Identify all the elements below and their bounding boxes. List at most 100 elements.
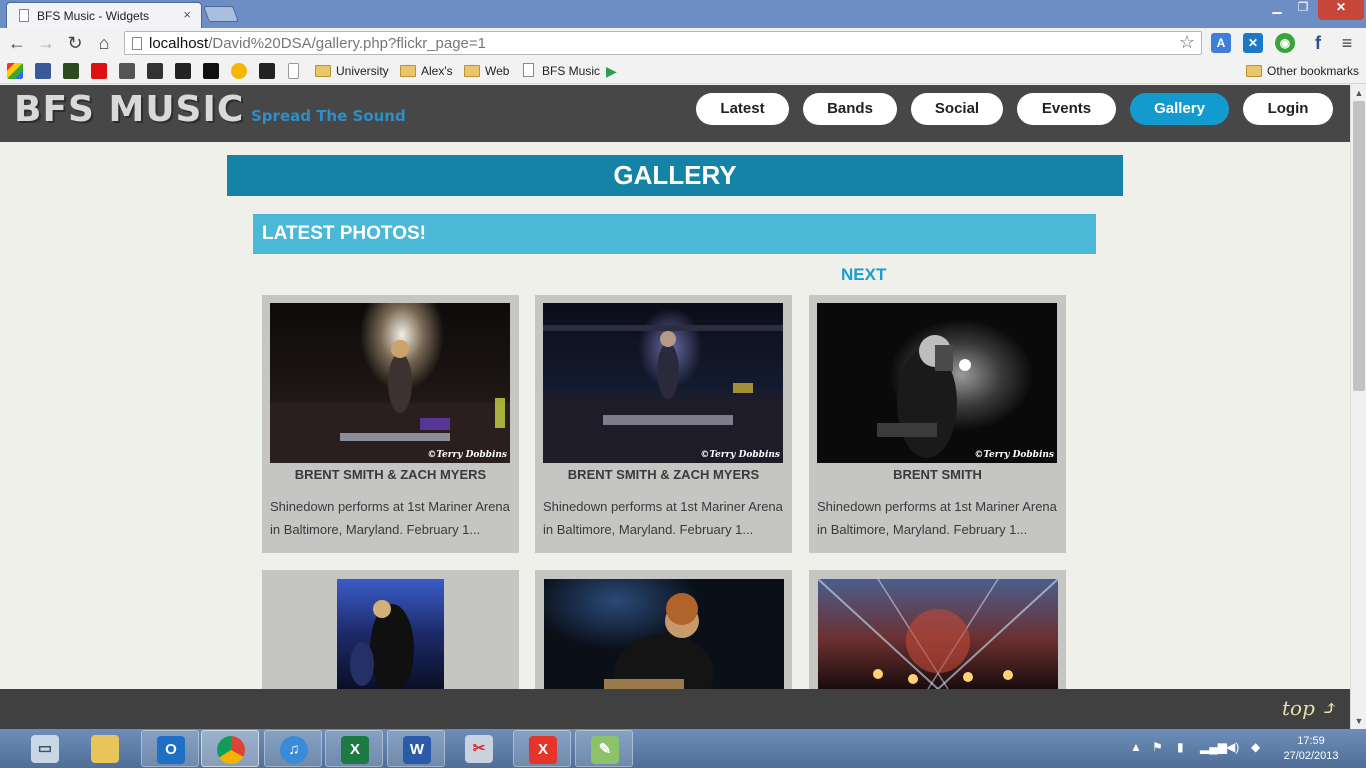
folder-icon: [464, 65, 480, 77]
concert-photo[interactable]: [818, 579, 1058, 689]
page-bookmark-icon[interactable]: [288, 63, 299, 79]
word-icon: W: [403, 736, 431, 764]
menu-icon[interactable]: ≡: [1337, 33, 1357, 53]
battery-icon[interactable]: ▮: [1177, 740, 1184, 754]
photo-card[interactable]: ©Terry Dobbins BRENT SMITH & ZACH MYERS …: [535, 295, 792, 553]
bookmark-label: BFS Music: [542, 64, 601, 78]
photo-title: BRENT SMITH & ZACH MYERS: [567, 467, 760, 482]
taskbar-chrome[interactable]: [201, 730, 259, 767]
photo-watermark: ©Terry Dobbins: [700, 450, 780, 460]
apps-icon[interactable]: [7, 63, 23, 79]
photo-card[interactable]: ©Terry Dobbins BRENT SMITH & ZACH MYERS …: [262, 295, 519, 553]
concert-crowd-image: [543, 325, 783, 463]
reload-button[interactable]: ↻: [64, 32, 86, 54]
back-to-top-link[interactable]: top ⤴: [1282, 696, 1338, 720]
monitor-icon: ▭: [31, 735, 59, 763]
page-icon: [132, 37, 142, 50]
bookmark-icon[interactable]: [231, 63, 247, 79]
taskbar-snipping-tool[interactable]: ✂: [450, 730, 508, 767]
taskbar-word[interactable]: W: [387, 730, 445, 767]
network-signal-icon[interactable]: ▂▄▆: [1200, 740, 1227, 754]
facebook-icon[interactable]: f: [1308, 33, 1328, 53]
extension-icon[interactable]: ✕: [1243, 33, 1263, 53]
guitarist-image: [604, 593, 714, 689]
clock-date: 27/02/2013: [1283, 750, 1339, 762]
bookmark-icon[interactable]: [203, 63, 219, 79]
minimize-button[interactable]: ▁: [1264, 0, 1290, 20]
taskbar-xampp[interactable]: X: [513, 730, 571, 767]
taskbar-clock[interactable]: 17:59 27/02/2013: [1278, 734, 1344, 764]
other-bookmarks[interactable]: Other bookmarks: [1246, 63, 1359, 79]
page-scrollbar[interactable]: ▲ ▼: [1350, 85, 1366, 729]
facebook-bookmark-icon[interactable]: [35, 63, 51, 79]
next-page-link[interactable]: NEXT: [841, 265, 886, 285]
taskbar-show-desktop[interactable]: ▭: [16, 730, 74, 767]
nav-latest[interactable]: Latest: [696, 93, 789, 125]
volume-icon[interactable]: ◀): [1226, 740, 1239, 754]
back-to-top-label: top: [1282, 696, 1315, 720]
action-center-flag-icon[interactable]: ⚑: [1152, 740, 1163, 754]
bookmark-folder-university[interactable]: University: [315, 63, 389, 79]
outlook-icon: O: [157, 736, 185, 764]
forward-button[interactable]: →: [35, 32, 57, 54]
tv-bookmark-icon[interactable]: [259, 63, 275, 79]
site-footer: top ⤴: [0, 689, 1350, 729]
site-logo[interactable]: BFS MUSIC: [14, 89, 244, 130]
tumblr-bookmark-icon[interactable]: [63, 63, 79, 79]
concert-photo[interactable]: ©Terry Dobbins: [817, 303, 1057, 463]
concert-photo[interactable]: [337, 579, 444, 689]
scroll-up-arrow-icon[interactable]: ▲: [1351, 85, 1366, 101]
bookmark-icon[interactable]: [119, 63, 135, 79]
maximize-button[interactable]: ❐: [1290, 0, 1316, 20]
taskbar-itunes[interactable]: ♫: [264, 730, 322, 767]
translate-icon[interactable]: A: [1211, 33, 1231, 53]
scroll-thumb[interactable]: [1353, 101, 1365, 391]
taskbar-outlook[interactable]: O: [141, 730, 199, 767]
photo-card[interactable]: ©Terry Dobbins BRENT SMITH Shinedown per…: [809, 295, 1066, 553]
new-tab-button[interactable]: [203, 6, 239, 22]
photo-description: Shinedown performs at 1st Mariner Arena …: [543, 499, 783, 537]
photo-card[interactable]: [809, 570, 1066, 689]
home-button[interactable]: ⌂: [93, 32, 115, 54]
page-icon: [19, 9, 29, 22]
address-bar[interactable]: localhost/David%20DSA/gallery.php?flickr…: [124, 31, 1202, 55]
close-window-button[interactable]: ✕: [1318, 0, 1364, 20]
photo-card[interactable]: [535, 570, 792, 689]
youtube-bookmark-icon[interactable]: [91, 63, 107, 79]
taskbar-excel[interactable]: X: [325, 730, 383, 767]
site-header: BFS MUSIC Spread The Sound Latest Bands …: [0, 85, 1350, 142]
bookmark-folder-alexs[interactable]: Alex's: [400, 63, 453, 79]
bookmark-folder-web[interactable]: Web: [464, 63, 509, 79]
ta-bookmark-icon[interactable]: [175, 63, 191, 79]
concert-crowd-image: [270, 340, 510, 463]
taskbar-notepad[interactable]: ✎: [575, 730, 633, 767]
itunes-icon: ♫: [280, 736, 308, 764]
bookmark-star-icon[interactable]: ☆: [1179, 32, 1195, 53]
concert-photo[interactable]: [544, 579, 784, 689]
dropbox-icon[interactable]: ◆: [1251, 740, 1260, 754]
photo-title: BRENT SMITH: [893, 467, 982, 482]
nav-events[interactable]: Events: [1017, 93, 1116, 125]
page-icon: [523, 63, 534, 77]
play-store-icon[interactable]: ▶: [606, 63, 622, 79]
evernote-icon[interactable]: ◉: [1275, 33, 1295, 53]
close-tab-icon[interactable]: ×: [183, 7, 191, 22]
bookmark-icon[interactable]: [147, 63, 163, 79]
nav-bands[interactable]: Bands: [803, 93, 897, 125]
browser-tab[interactable]: BFS Music - Widgets ×: [6, 2, 202, 28]
nav-gallery[interactable]: Gallery: [1130, 93, 1229, 125]
scissors-icon: ✂: [465, 735, 493, 763]
scroll-down-arrow-icon[interactable]: ▼: [1351, 713, 1366, 729]
concert-photo[interactable]: ©Terry Dobbins: [270, 303, 510, 463]
notepad-icon: ✎: [591, 736, 619, 764]
photo-watermark: ©Terry Dobbins: [427, 450, 507, 460]
nav-social[interactable]: Social: [911, 93, 1003, 125]
nav-login[interactable]: Login: [1243, 93, 1333, 125]
photo-card[interactable]: [262, 570, 519, 689]
concert-photo[interactable]: ©Terry Dobbins: [543, 303, 783, 463]
show-hidden-icons[interactable]: ▲: [1130, 740, 1142, 754]
back-button[interactable]: ←: [6, 32, 28, 54]
url-path: /David%20DSA/gallery.php?flickr_page=1: [208, 35, 487, 52]
bookmark-bfs-music[interactable]: BFS Music: [521, 63, 600, 79]
taskbar-explorer[interactable]: [76, 730, 134, 767]
